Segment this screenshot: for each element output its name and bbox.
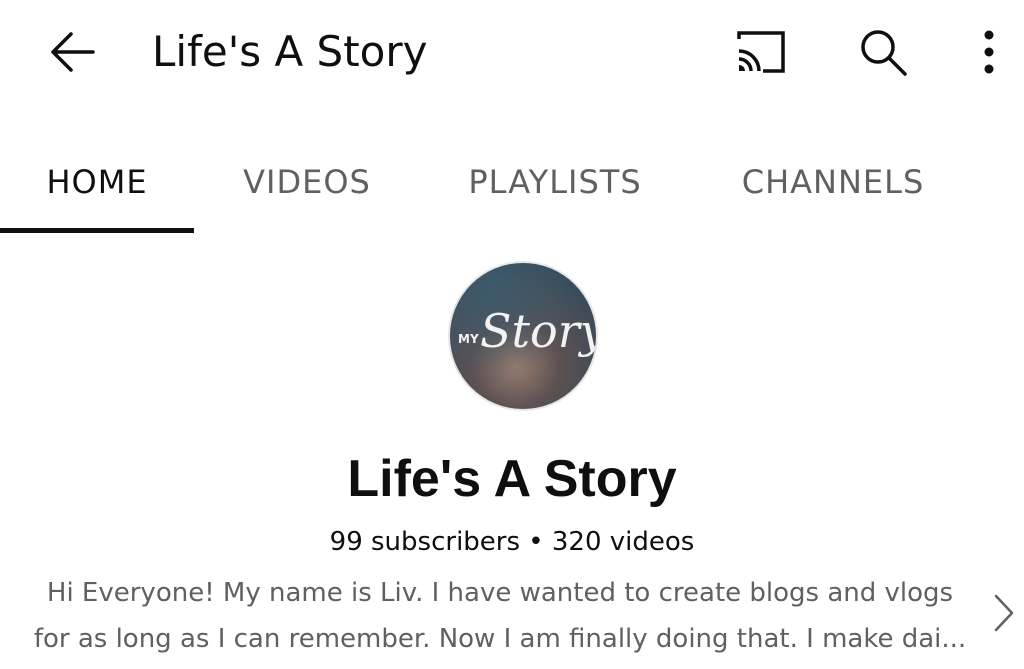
tab-videos[interactable]: VIDEOS: [222, 132, 392, 232]
expand-description-button[interactable]: [984, 590, 1024, 636]
more-options-button[interactable]: [966, 22, 1012, 82]
cast-icon: [737, 31, 785, 73]
search-icon: [861, 30, 907, 76]
search-button[interactable]: [852, 22, 914, 82]
channel-tabs: HOME VIDEOS PLAYLISTS CHANNELS: [0, 132, 1024, 236]
back-button[interactable]: [40, 22, 104, 82]
avatar-logo: MY Story: [450, 263, 596, 409]
active-tab-indicator: [0, 228, 194, 233]
description-line-2: for as long as I can remember. Now I am …: [33, 624, 967, 654]
chevron-right-icon: [994, 594, 1014, 632]
page-title: Life's A Story: [152, 27, 428, 76]
avatar-text-script: Story: [480, 304, 596, 358]
channel-stats: 99 subscribers • 320 videos: [329, 527, 695, 557]
tab-playlists[interactable]: PLAYLISTS: [450, 132, 660, 232]
avatar-text-small: MY: [458, 332, 479, 346]
cast-button[interactable]: [726, 24, 792, 80]
channel-avatar[interactable]: MY Story: [450, 263, 596, 409]
channel-description[interactable]: Hi Everyone! My name is Liv. I have want…: [20, 570, 980, 662]
app-bar: Life's A Story: [0, 0, 1024, 108]
channel-name: Life's A Story: [347, 450, 677, 508]
description-line-1: Hi Everyone! My name is Liv. I have want…: [46, 578, 954, 608]
tab-home[interactable]: HOME: [0, 132, 194, 232]
arrow-left-icon: [51, 32, 95, 72]
tab-channels[interactable]: CHANNELS: [724, 132, 942, 232]
more-vert-icon: [984, 30, 994, 74]
